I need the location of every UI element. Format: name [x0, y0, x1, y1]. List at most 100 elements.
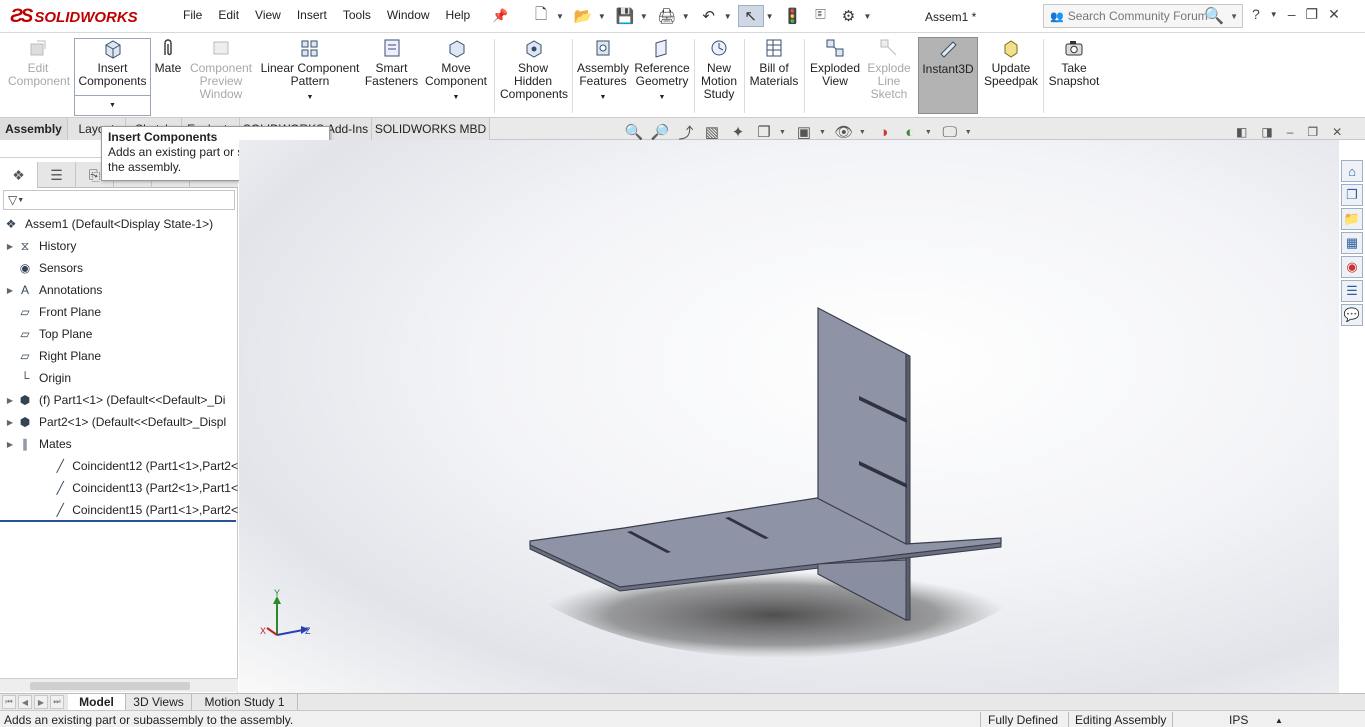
- view-palette-icon[interactable]: ▦: [1341, 232, 1363, 254]
- reference-geometry-button[interactable]: Reference Geometry ▼: [633, 37, 691, 104]
- menu-view[interactable]: View: [247, 8, 289, 22]
- tab-model[interactable]: Model: [68, 694, 126, 710]
- help-icon[interactable]: ?: [1252, 6, 1260, 23]
- restore-icon[interactable]: ❐: [1307, 125, 1318, 139]
- chevron-down-icon[interactable]: ▼: [724, 12, 732, 21]
- chevron-down-icon[interactable]: ▼: [109, 102, 116, 109]
- expand-arrow-icon[interactable]: ▶: [4, 418, 16, 427]
- move-component-button[interactable]: Move Component ▼: [423, 37, 489, 104]
- open-folder-icon[interactable]: 📂: [570, 5, 596, 27]
- tab-motion-study-1[interactable]: Motion Study 1: [192, 694, 298, 710]
- rebuild-traffic-light-icon[interactable]: 🚦: [780, 5, 806, 27]
- menu-window[interactable]: Window: [379, 8, 438, 22]
- expand-arrow-icon[interactable]: ▶: [4, 440, 16, 449]
- expand-arrow-icon[interactable]: ▶: [4, 242, 16, 251]
- tab-3d-views[interactable]: 3D Views: [126, 694, 192, 710]
- file-properties-icon[interactable]: 🗉: [808, 5, 834, 27]
- tab-solidworks-mbd[interactable]: SOLIDWORKS MBD: [372, 118, 490, 140]
- tree-item[interactable]: ▱ Front Plane: [0, 301, 238, 323]
- search-community-forum[interactable]: 👥 Search Community Forum 🔍 ▼: [1043, 4, 1243, 28]
- save-icon[interactable]: 💾: [612, 5, 638, 27]
- tree-item[interactable]: ╱ Coincident13 (Part2<1>,Part1<: [0, 477, 238, 499]
- tree-item[interactable]: ▶ A Annotations: [0, 279, 238, 301]
- property-manager-tab-icon[interactable]: ☰: [38, 162, 76, 188]
- take-snapshot-button[interactable]: Take Snapshot: [1046, 37, 1102, 88]
- new-motion-study-button[interactable]: New Motion Study: [698, 37, 740, 101]
- chevron-down-icon[interactable]: ▼: [1230, 12, 1238, 21]
- component-preview-window-button[interactable]: Component Preview Window: [187, 37, 255, 101]
- file-explorer-icon[interactable]: 📁: [1341, 208, 1363, 230]
- scrollbar-thumb[interactable]: [30, 682, 190, 690]
- update-speedpak-button[interactable]: Update Speedpak: [982, 37, 1040, 88]
- smart-fasteners-button[interactable]: Smart Fasteners: [364, 37, 419, 88]
- chevron-up-icon[interactable]: ▲: [1275, 716, 1283, 725]
- last-tab-icon[interactable]: ⏭: [50, 695, 64, 709]
- chevron-down-icon[interactable]: ▼: [779, 129, 786, 136]
- pin-icon[interactable]: 📌: [492, 8, 508, 24]
- tab-assembly[interactable]: Assembly: [0, 118, 68, 140]
- chevron-down-icon[interactable]: ▼: [659, 91, 666, 104]
- tree-item[interactable]: ▶ ⬢ (f) Part1<1> (Default<<Default>_Di: [0, 389, 238, 411]
- next-tab-icon[interactable]: ▶: [34, 695, 48, 709]
- chevron-down-icon[interactable]: ▼: [965, 129, 972, 136]
- design-library-icon[interactable]: ❐: [1341, 184, 1363, 206]
- chevron-down-icon[interactable]: ▼: [556, 12, 564, 21]
- close-icon[interactable]: ✕: [1328, 6, 1340, 23]
- solidworks-logo[interactable]: ƧS SOLIDWORKS: [10, 6, 155, 28]
- chevron-down-icon[interactable]: ▼: [819, 129, 826, 136]
- new-document-icon[interactable]: 🗋: [528, 5, 554, 27]
- linear-component-pattern-button[interactable]: Linear Component Pattern ▼: [259, 37, 361, 104]
- tree-filter[interactable]: ▽ ▼: [3, 190, 235, 210]
- menu-help[interactable]: Help: [438, 8, 479, 22]
- search-input[interactable]: Search Community Forum: [1068, 9, 1208, 23]
- exploded-view-button[interactable]: Exploded View: [808, 37, 862, 88]
- units-selector[interactable]: IPS: [1229, 713, 1248, 727]
- tree-item[interactable]: ❖ Assem1 (Default<Display State-1>): [0, 213, 238, 235]
- home-icon[interactable]: ⌂: [1341, 160, 1363, 182]
- chevron-down-icon[interactable]: ▼: [682, 12, 690, 21]
- collapse-left-icon[interactable]: ◧: [1236, 125, 1247, 139]
- menu-insert[interactable]: Insert: [289, 8, 335, 22]
- minimize-icon[interactable]: –: [1288, 6, 1296, 23]
- close-icon[interactable]: ✕: [1332, 125, 1342, 139]
- tree-item[interactable]: ▱ Right Plane: [0, 345, 238, 367]
- graphics-area[interactable]: Y X Z: [239, 140, 1339, 693]
- select-cursor-icon[interactable]: ↖: [737, 5, 764, 27]
- custom-properties-icon[interactable]: ☰: [1341, 280, 1363, 302]
- tree-item[interactable]: ◉ Sensors: [0, 257, 238, 279]
- edit-component-button[interactable]: Edit Component: [6, 37, 70, 88]
- chevron-down-icon[interactable]: ▼: [766, 12, 774, 21]
- menu-file[interactable]: File: [175, 8, 210, 22]
- tree-item[interactable]: ▶ ⧖ History: [0, 235, 238, 257]
- tree-item[interactable]: ▱ Top Plane: [0, 323, 238, 345]
- mate-button[interactable]: Mate: [153, 37, 183, 75]
- chevron-down-icon[interactable]: ▼: [859, 129, 866, 136]
- bill-of-materials-button[interactable]: Bill of Materials: [748, 37, 800, 88]
- chevron-down-icon[interactable]: ▼: [864, 12, 872, 21]
- previous-tab-icon[interactable]: ◀: [18, 695, 32, 709]
- expand-arrow-icon[interactable]: ▶: [4, 396, 16, 405]
- insert-components-dropdown[interactable]: ▼: [75, 95, 150, 115]
- rollback-bar[interactable]: [0, 520, 236, 522]
- chevron-down-icon[interactable]: ▼: [640, 12, 648, 21]
- chevron-down-icon[interactable]: ▼: [925, 129, 932, 136]
- collapse-right-icon[interactable]: ◨: [1261, 125, 1272, 139]
- instant3d-button[interactable]: Instant3D: [918, 37, 978, 114]
- menu-edit[interactable]: Edit: [210, 8, 247, 22]
- filter-funnel-icon[interactable]: ▽: [8, 193, 17, 207]
- tree-item[interactable]: ╱ Coincident15 (Part1<1>,Part2<: [0, 499, 238, 521]
- tree-item[interactable]: ▶ ⬢ Part2<1> (Default<<Default>_Displ: [0, 411, 238, 433]
- appearances-icon[interactable]: ◉: [1341, 256, 1363, 278]
- feature-manager-tab-icon[interactable]: ❖: [0, 162, 38, 188]
- forum-icon[interactable]: 💬: [1341, 304, 1363, 326]
- restore-icon[interactable]: ❐: [1306, 6, 1319, 23]
- minimize-icon[interactable]: –: [1287, 125, 1294, 139]
- expand-arrow-icon[interactable]: ▶: [4, 286, 16, 295]
- options-gear-icon[interactable]: ⚙: [836, 5, 862, 27]
- show-hidden-components-button[interactable]: Show Hidden Components: [498, 37, 568, 101]
- tree-item[interactable]: ▶ ∥ Mates: [0, 433, 238, 455]
- menu-tools[interactable]: Tools: [335, 8, 379, 22]
- tree-item[interactable]: └ Origin: [0, 367, 238, 389]
- chevron-down-icon[interactable]: ▼: [1270, 10, 1278, 23]
- chevron-down-icon[interactable]: ▼: [17, 197, 24, 204]
